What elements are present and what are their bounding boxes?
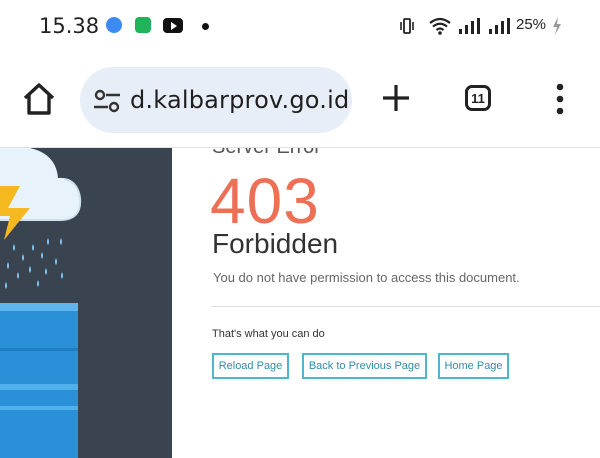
actions-label: That's what you can do [212,328,325,340]
address-bar[interactable]: d.kalbarprov.go.id [80,67,352,133]
error-subtitle: Server Error [212,148,321,159]
url-text[interactable]: d.kalbarprov.go.id [130,86,349,114]
wifi-icon [429,17,451,35]
error-content: Server Error 403 Forbidden You do not ha… [210,148,600,458]
browser-toolbar: d.kalbarprov.go.id 11 [0,52,600,148]
back-to-previous-page-button[interactable]: Back to Previous Page [302,353,427,379]
error-page: Server Error 403 Forbidden You do not ha… [0,148,600,458]
signal-icon [459,18,480,34]
home-icon[interactable] [20,80,58,118]
error-title: Forbidden [212,228,339,259]
notification-dot-icon [202,23,209,30]
building-icon [0,303,78,458]
signal-icon [489,18,510,34]
new-tab-plus-icon[interactable] [380,82,412,114]
site-settings-icon[interactable] [92,87,122,115]
error-code: 403 [210,165,320,237]
youtube-app-icon [163,18,183,33]
status-bar: 15.38 25% [0,0,600,52]
storm-illustration [0,148,172,458]
charging-bolt-icon [553,17,561,35]
messenger-app-icon [106,17,122,33]
reload-page-button[interactable]: Reload Page [212,353,289,379]
divider [212,306,600,307]
vibrate-icon [400,18,414,34]
battery-level: 25% [516,16,547,33]
shopping-app-icon [135,17,151,33]
more-menu-icon[interactable] [550,82,570,116]
status-time: 15.38 [39,14,100,38]
tab-switcher-icon[interactable]: 11 [465,85,491,111]
tab-count: 11 [471,91,485,106]
home-page-button[interactable]: Home Page [438,353,509,379]
error-description: You do not have permission to access thi… [213,270,520,285]
